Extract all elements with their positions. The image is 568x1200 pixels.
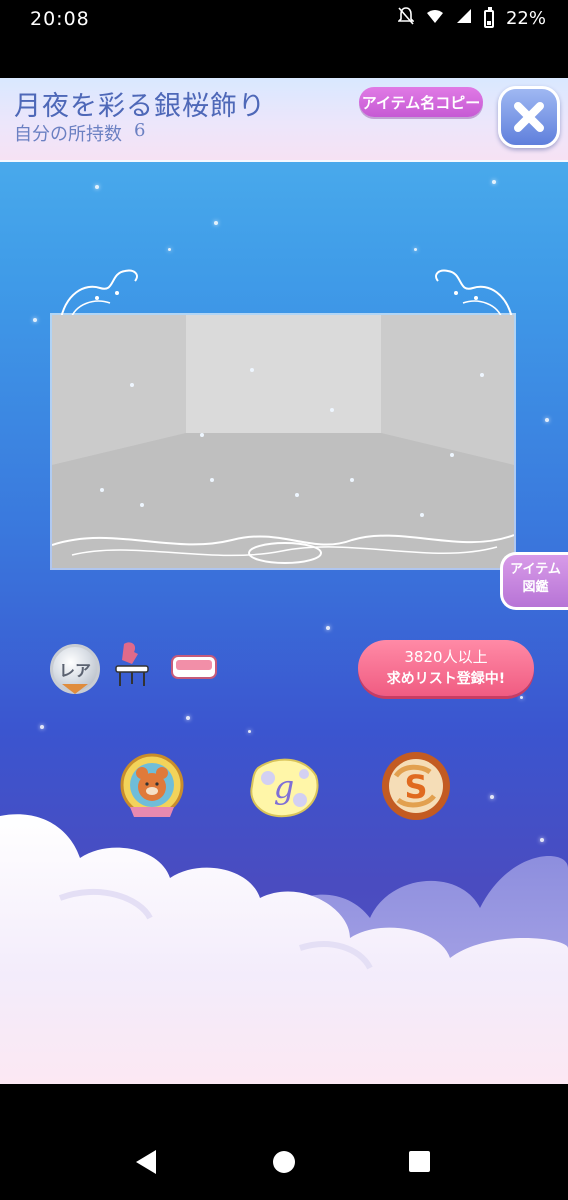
cloud-layer bbox=[0, 814, 568, 1084]
item-header: 月夜を彩る銀桜飾り 自分の所持数 6 アイテム名コピー bbox=[0, 78, 568, 162]
wish-count: 3820 bbox=[404, 648, 443, 666]
cushion-icon bbox=[171, 655, 217, 679]
signal-icon bbox=[456, 8, 472, 29]
item-detail-screen: 月夜を彩る銀桜飾り 自分の所持数 6 アイテム名コピー アイテム 図鑑 レア 3… bbox=[0, 78, 568, 1084]
rarity-label: レア bbox=[58, 661, 91, 680]
status-bar: 20:08 22% bbox=[0, 0, 568, 38]
item-preview bbox=[52, 315, 514, 568]
room-illustration bbox=[52, 315, 514, 568]
encyclopedia-label-1: アイテム bbox=[510, 562, 561, 577]
wish-count-suffix: 人以上 bbox=[442, 648, 488, 666]
copy-item-name-button[interactable]: アイテム名コピー bbox=[359, 87, 483, 117]
wish-list-button[interactable]: 3820人以上 求めリスト登録中! bbox=[358, 640, 534, 696]
owned-label: 自分の所持数 bbox=[14, 124, 122, 145]
owned-count-row: 自分の所持数 6 bbox=[14, 120, 145, 146]
wifi-icon bbox=[426, 8, 444, 29]
bell-off-icon bbox=[397, 7, 415, 30]
owned-count: 6 bbox=[134, 120, 146, 141]
status-icons: 22% bbox=[397, 6, 546, 30]
navigation-bar bbox=[0, 1084, 568, 1200]
clock: 20:08 bbox=[30, 8, 90, 30]
wish-count-row: 3820人以上 bbox=[358, 646, 534, 667]
furniture-icon bbox=[115, 642, 149, 686]
back-button[interactable] bbox=[136, 1150, 156, 1174]
item-name: 月夜を彩る銀桜飾り bbox=[14, 91, 266, 122]
home-button[interactable] bbox=[273, 1151, 295, 1173]
rare-ribbon bbox=[62, 684, 88, 694]
encyclopedia-label-2: 図鑑 bbox=[522, 580, 549, 595]
battery-icon bbox=[483, 6, 494, 28]
close-button[interactable] bbox=[498, 86, 560, 148]
item-encyclopedia-button[interactable]: アイテム 図鑑 bbox=[500, 552, 568, 610]
recents-button[interactable] bbox=[409, 1151, 430, 1172]
wish-list-label: 求めリスト登録中! bbox=[386, 671, 506, 687]
battery-level: 22% bbox=[505, 8, 546, 29]
close-icon bbox=[514, 102, 544, 132]
